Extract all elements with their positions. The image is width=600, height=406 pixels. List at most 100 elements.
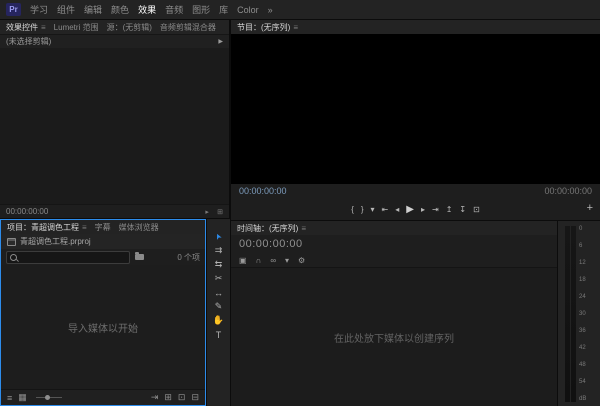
new-bin-icon[interactable]: ⊞	[164, 392, 172, 403]
slip-tool[interactable]: ↔	[207, 287, 230, 298]
lift-icon[interactable]: ↥	[446, 205, 453, 214]
clip-status-label: (未选择剪辑)	[6, 36, 51, 47]
project-file-row[interactable]: 青超调色工程.prproj	[1, 234, 205, 249]
project-empty-message: 导入媒体以开始	[68, 320, 138, 335]
audio-meter-scale: 0 6 12 18 24 30 36 42 48 54 dB	[579, 226, 597, 402]
tab-media-browser[interactable]: 媒体浏览器	[119, 222, 159, 233]
audio-meter-bar-right	[571, 226, 576, 402]
effect-controls-footer: 00:00:00:00 ▸ ⊞	[0, 204, 229, 218]
tab-lumetri-scopes[interactable]: Lumetri 范围	[54, 22, 99, 33]
tab-captions[interactable]: 字幕	[95, 222, 111, 233]
tools-panel: ➤ ⇉ ⇆ ✂ ↔ ✎ ✋ T	[207, 219, 230, 406]
tab-timeline[interactable]: 时间轴：(无序列) ≡	[237, 223, 306, 234]
effect-controls-subheader: (未选择剪辑) ▶	[0, 34, 229, 48]
timeline-timecode[interactable]: 00:00:00:00	[239, 238, 303, 250]
premiere-logo: Pr	[6, 3, 21, 16]
effect-controls-panel: 效果控件 ≡ Lumetri 范围 源：(无剪辑) 音频剪辑混合器 (未选择剪辑…	[0, 20, 229, 218]
tab-program-monitor[interactable]: 节目：(无序列) ≡	[237, 22, 298, 33]
audio-meter-bar-left	[565, 226, 570, 402]
timeline-timecode-row: 00:00:00:00	[231, 235, 557, 253]
zoom-slider[interactable]	[36, 397, 62, 398]
tab-source-monitor[interactable]: 源：(无剪辑)	[107, 22, 152, 33]
workspace-tab-effects[interactable]: 效果	[138, 3, 156, 16]
effect-controls-body	[0, 48, 229, 204]
linked-selection-icon[interactable]: ∞	[270, 256, 276, 265]
panel-menu-icon[interactable]: ≡	[301, 224, 306, 233]
search-input[interactable]	[20, 253, 126, 262]
project-drop-area[interactable]: 导入媒体以开始	[1, 265, 205, 389]
workspace-tab-libraries[interactable]: 库	[219, 3, 228, 16]
go-to-in-icon[interactable]: ⇤	[382, 205, 389, 214]
chevron-right-icon[interactable]: ▶	[218, 38, 223, 45]
timeline-drop-message: 在此处放下媒体以创建序列	[334, 330, 454, 345]
type-tool[interactable]: T	[207, 329, 230, 340]
program-tab-bar: 节目：(无序列) ≡	[231, 20, 600, 34]
audio-meter-unit: dB	[579, 396, 597, 402]
pen-tool[interactable]: ✎	[207, 301, 230, 312]
workspace-tab-learning[interactable]: 学习	[30, 3, 48, 16]
step-back-icon[interactable]: ◂	[395, 205, 399, 214]
panel-menu-icon[interactable]: ≡	[293, 23, 298, 32]
program-video-display	[231, 34, 600, 184]
list-view-icon[interactable]: ≡	[7, 393, 12, 403]
new-item-icon[interactable]: ⊡	[178, 392, 186, 403]
button-editor-add-icon[interactable]: +	[587, 202, 593, 214]
panel-menu-icon[interactable]: ≡	[82, 223, 87, 232]
delete-icon[interactable]: ⊟	[191, 392, 199, 403]
workspace-tab-custom-color[interactable]: Color	[237, 5, 259, 15]
workspace-bar: Pr 学习 组件 编辑 颜色 效果 音频 图形 库 Color »	[0, 0, 600, 19]
extract-icon[interactable]: ↧	[459, 205, 466, 214]
item-count-label: 0 个项	[177, 252, 200, 263]
program-current-timecode[interactable]: 00:00:00:00	[239, 186, 287, 196]
play-clip-icon[interactable]: ▸	[205, 209, 209, 216]
ripple-edit-tool[interactable]: ⇆	[207, 259, 230, 270]
track-select-forward-tool[interactable]: ⇉	[207, 245, 230, 256]
project-tab-bar: 项目：青超调色工程 ≡ 字幕 媒体浏览器	[1, 220, 205, 234]
mark-in-icon[interactable]: {	[351, 205, 354, 214]
workspace-overflow-icon[interactable]: »	[268, 5, 273, 15]
workspace-tab-audio[interactable]: 音频	[165, 3, 183, 16]
search-box[interactable]	[6, 251, 130, 264]
timeline-tab-bar: 时间轴：(无序列) ≡	[231, 221, 557, 235]
snap-icon[interactable]: ∩	[256, 256, 262, 265]
add-marker-icon[interactable]: ▾	[285, 256, 289, 265]
project-footer-toolbar: ≡ ▦ ⇥ ⊞ ⊡ ⊟	[1, 389, 205, 405]
workspace-tab-editing[interactable]: 编辑	[84, 3, 102, 16]
panel-menu-icon[interactable]: ≡	[41, 23, 46, 32]
go-to-out-icon[interactable]: ⇥	[432, 205, 439, 214]
export-frame-icon[interactable]: ⊡	[473, 205, 480, 214]
mark-out-icon[interactable]: }	[361, 205, 364, 214]
search-icon	[10, 254, 17, 261]
icon-view-icon[interactable]: ▦	[18, 392, 27, 403]
bin-filter-icon[interactable]	[135, 254, 144, 260]
tab-project[interactable]: 项目：青超调色工程 ≡	[7, 222, 87, 233]
audio-meter-bars	[565, 226, 576, 402]
play-button-icon[interactable]: ▶	[406, 204, 414, 215]
timeline-panel: 时间轴：(无序列) ≡ 00:00:00:00 ▣ ∩ ∞ ▾ ⚙ 在此处放下媒…	[231, 221, 557, 406]
effect-controls-tab-bar: 效果控件 ≡ Lumetri 范围 源：(无剪辑) 音频剪辑混合器	[0, 20, 229, 34]
program-transport-controls: { } ▾ ⇤ ◂ ▶ ▸ ⇥ ↥ ↧ ⊡ +	[231, 198, 600, 220]
hand-tool[interactable]: ✋	[207, 315, 230, 326]
workspace-tab-color[interactable]: 颜色	[111, 3, 129, 16]
effect-controls-timecode[interactable]: 00:00:00:00	[6, 207, 48, 216]
step-forward-icon[interactable]: ▸	[421, 205, 425, 214]
workspace-tab-assembly[interactable]: 组件	[57, 3, 75, 16]
tab-effect-controls[interactable]: 效果控件 ≡	[6, 22, 46, 33]
selection-tool[interactable]: ➤	[207, 231, 230, 242]
audio-meters-panel: 0 6 12 18 24 30 36 42 48 54 dB	[558, 221, 600, 406]
automate-to-sequence-icon[interactable]: ⇥	[151, 392, 159, 403]
timeline-settings-icon[interactable]: ⚙	[298, 256, 305, 265]
project-file-name: 青超调色工程.prproj	[20, 236, 91, 247]
premiere-app: Pr 学习 组件 编辑 颜色 效果 音频 图形 库 Color » 效果控件 ≡…	[0, 0, 600, 406]
project-file-icon	[7, 238, 16, 246]
program-monitor-panel: 节目：(无序列) ≡ 00:00:00:00 00:00:00:00 { } ▾…	[231, 20, 600, 220]
timeline-drop-area[interactable]: 在此处放下媒体以创建序列	[231, 268, 557, 406]
tab-audio-clip-mixer[interactable]: 音频剪辑混合器	[160, 22, 216, 33]
workspace-tab-graphics[interactable]: 图形	[192, 3, 210, 16]
program-timecode-row: 00:00:00:00 00:00:00:00	[231, 184, 600, 198]
timeline-toolbar: ▣ ∩ ∞ ▾ ⚙	[231, 253, 557, 268]
add-marker-icon[interactable]: ▾	[371, 205, 375, 214]
razor-tool[interactable]: ✂	[207, 273, 230, 284]
zoom-fit-icon[interactable]: ⊞	[217, 209, 223, 216]
nest-toggle-icon[interactable]: ▣	[239, 256, 247, 265]
